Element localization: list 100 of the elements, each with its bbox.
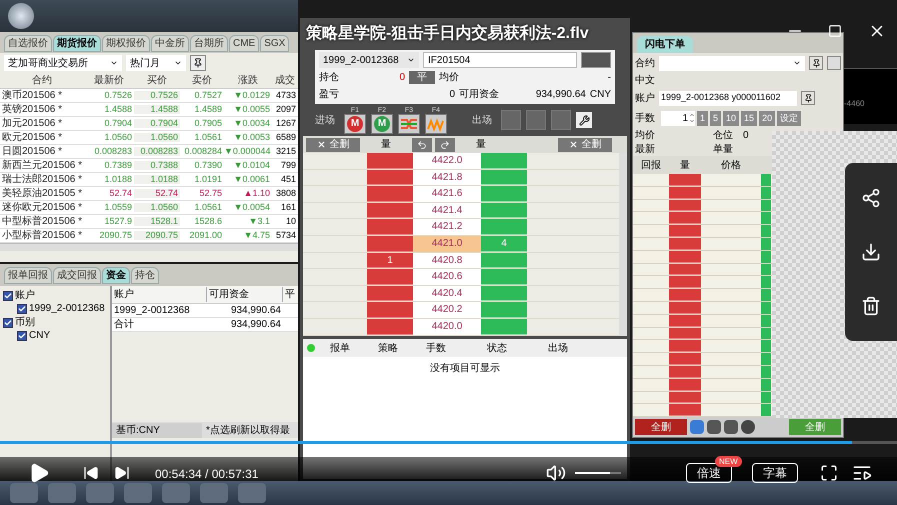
bid-cell[interactable] xyxy=(669,174,701,186)
account-dropdown[interactable]: 1999_2-0012368 y000011602 xyxy=(659,90,797,106)
bid-cell[interactable] xyxy=(367,153,413,169)
ask-cell[interactable] xyxy=(481,202,527,218)
ask-cell[interactable] xyxy=(761,264,771,276)
price-cell[interactable]: 4421.0 xyxy=(413,236,481,252)
flatten-button[interactable]: 平 xyxy=(409,71,435,84)
bid-cell[interactable] xyxy=(367,236,413,252)
ask-cell[interactable] xyxy=(481,286,527,302)
ask-cell[interactable] xyxy=(761,250,771,263)
price-cell[interactable]: 4420.2 xyxy=(413,302,481,318)
ask-cell[interactable] xyxy=(761,353,771,365)
tab[interactable]: CME xyxy=(229,35,260,52)
bid-cell[interactable] xyxy=(669,264,701,276)
ask-cell[interactable] xyxy=(481,219,527,235)
ask-cell[interactable] xyxy=(761,392,771,404)
bid-cell[interactable] xyxy=(669,276,701,288)
clear-all-button[interactable]: 全删 xyxy=(635,419,687,435)
tab[interactable]: 期权报价 xyxy=(102,35,150,52)
ask-cell[interactable] xyxy=(761,404,771,416)
taskbar-app-icon[interactable] xyxy=(162,483,190,503)
fullscreen-icon[interactable] xyxy=(820,464,838,482)
ask-cell[interactable] xyxy=(481,170,527,186)
tab[interactable]: 闪电下单 xyxy=(637,36,693,53)
ask-cell[interactable] xyxy=(761,186,771,199)
bid-cell[interactable] xyxy=(669,314,701,327)
tab[interactable]: SGX xyxy=(260,35,290,52)
ask-cell[interactable] xyxy=(761,276,771,288)
previous-icon[interactable] xyxy=(83,465,99,481)
checkbox[interactable] xyxy=(17,330,27,340)
price-cell[interactable]: 4420.4 xyxy=(413,286,481,302)
ask-cell[interactable] xyxy=(761,238,771,250)
next-icon[interactable] xyxy=(114,465,130,481)
bid-cell[interactable] xyxy=(367,202,413,218)
tree-item[interactable]: 账户 xyxy=(15,289,35,302)
ask-cell[interactable] xyxy=(481,186,527,202)
bid-cell[interactable] xyxy=(669,238,701,250)
ask-cell[interactable] xyxy=(761,212,771,224)
volume-icon[interactable] xyxy=(546,463,566,483)
pin-button[interactable] xyxy=(801,91,815,105)
ask-cell[interactable] xyxy=(761,289,771,301)
bid-cell[interactable] xyxy=(669,378,701,391)
taskbar-app-icon[interactable] xyxy=(200,483,228,503)
bid-cell[interactable] xyxy=(367,170,413,186)
tree-item[interactable]: 币别 xyxy=(15,316,35,329)
ask-cell[interactable] xyxy=(481,252,527,268)
ask-cell[interactable] xyxy=(761,302,771,314)
ask-cell[interactable] xyxy=(761,174,771,186)
bid-cell[interactable] xyxy=(367,302,413,318)
quantity-spinner[interactable] xyxy=(581,52,611,68)
month-dropdown[interactable]: 热门月 xyxy=(126,55,186,71)
tab[interactable]: 台期所 xyxy=(190,35,228,52)
horizontal-scrollbar[interactable] xyxy=(0,243,298,251)
quick-lots-button[interactable]: 20 xyxy=(759,110,776,126)
bid-cell[interactable] xyxy=(367,269,413,285)
ask-cell[interactable] xyxy=(761,314,771,327)
price-cell[interactable]: 4420.0 xyxy=(413,318,481,335)
price-cell[interactable]: 4421.2 xyxy=(413,219,481,235)
lots-spinner[interactable]: 1 xyxy=(661,110,695,126)
pin-button[interactable] xyxy=(809,56,823,70)
price-cell[interactable]: 4421.8 xyxy=(413,170,481,186)
bid-cell[interactable]: 1 xyxy=(367,252,413,268)
ask-cell[interactable] xyxy=(761,340,771,352)
bid-cell[interactable] xyxy=(669,302,701,314)
bid-cell[interactable] xyxy=(669,212,701,224)
contract-field[interactable]: IF201504 xyxy=(423,52,577,68)
maximize-icon[interactable] xyxy=(828,24,842,38)
bid-cell[interactable] xyxy=(669,353,701,365)
tab[interactable]: 成交回报 xyxy=(53,267,101,284)
bid-cell[interactable] xyxy=(669,340,701,352)
checkbox[interactable] xyxy=(17,304,27,314)
taskbar-app-icon[interactable] xyxy=(238,483,266,503)
ask-cell[interactable] xyxy=(761,378,771,391)
quick-lots-button[interactable]: 1 xyxy=(697,110,708,126)
entry-strategy-button[interactable] xyxy=(398,114,420,134)
account-dropdown[interactable]: 1999_2-0012368 xyxy=(319,52,419,68)
bid-cell[interactable] xyxy=(669,328,701,340)
pin-button[interactable] xyxy=(190,55,206,71)
price-cell[interactable]: 4420.6 xyxy=(413,269,481,285)
tab[interactable]: 资金 xyxy=(102,267,130,284)
bid-cell[interactable] xyxy=(669,250,701,263)
clear-all-button[interactable]: 全删 xyxy=(558,138,612,152)
delete-icon[interactable] xyxy=(861,296,881,316)
exchange-dropdown[interactable]: 芝加哥商业交易所 xyxy=(4,55,122,71)
bid-cell[interactable] xyxy=(367,186,413,202)
entry-strategy-button[interactable] xyxy=(425,114,447,134)
tab[interactable]: 期货报价 xyxy=(53,35,101,52)
bid-cell[interactable] xyxy=(669,366,701,378)
checkbox[interactable] xyxy=(3,318,13,328)
ask-cell[interactable] xyxy=(761,200,771,212)
price-cell[interactable]: 4421.6 xyxy=(413,186,481,202)
ask-cell[interactable] xyxy=(481,302,527,318)
checkbox[interactable] xyxy=(3,290,13,300)
bid-cell[interactable] xyxy=(367,318,413,335)
ask-cell[interactable] xyxy=(481,318,527,335)
tree-item[interactable]: 1999_2-0012368 xyxy=(29,302,105,315)
quick-lots-button[interactable]: 5 xyxy=(710,110,722,126)
price-cell[interactable]: 4420.8 xyxy=(413,252,481,268)
bid-cell[interactable] xyxy=(367,219,413,235)
download-icon[interactable] xyxy=(861,242,881,262)
